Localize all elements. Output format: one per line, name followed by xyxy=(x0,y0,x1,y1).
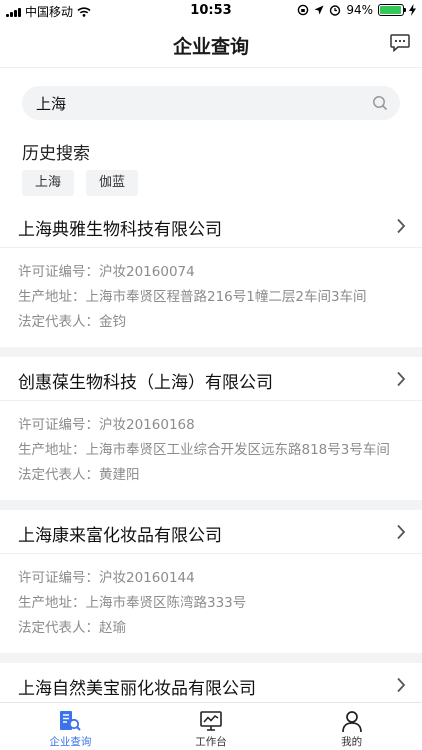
nav-bar: 企业查询 xyxy=(0,22,422,68)
address-row: 生产地址：上海市奉贤区工业综合开发区远东路818号3号车间 xyxy=(18,438,404,463)
profile-icon xyxy=(341,711,362,733)
page-title: 企业查询 xyxy=(172,36,249,58)
chevron-right-icon xyxy=(397,371,406,387)
company-header[interactable]: 上海自然美宝丽化妆品有限公司 xyxy=(0,663,422,707)
company-card[interactable]: 上海康来富化妆品有限公司 许可证编号：沪妆20160144 生产地址：上海市奉贤… xyxy=(0,510,422,663)
tab-bar: 企业查询 工作台 我的 xyxy=(0,702,422,750)
company-details: 许可证编号：沪妆20160074 生产地址：上海市奉贤区程普路216号1幢二层2… xyxy=(0,248,422,347)
chevron-right-icon xyxy=(397,218,406,234)
tab-label: 我的 xyxy=(341,736,363,748)
tab-label: 工作台 xyxy=(195,736,227,748)
legal-row: 法定代表人：黄建阳 xyxy=(18,463,404,488)
company-header[interactable]: 创惠葆生物科技（上海）有限公司 xyxy=(0,357,422,401)
history-title: 历史搜索 xyxy=(22,144,90,164)
license-label: 许可证编号： xyxy=(18,417,99,433)
address-label: 生产地址： xyxy=(18,595,86,611)
company-header[interactable]: 上海典雅生物科技有限公司 xyxy=(0,204,422,248)
license-value: 沪妆20160074 xyxy=(99,264,195,280)
tab-profile[interactable]: 我的 xyxy=(281,703,422,750)
legal-row: 法定代表人：赵瑜 xyxy=(18,616,404,641)
license-label: 许可证编号： xyxy=(18,570,99,586)
results-list: 上海典雅生物科技有限公司 许可证编号：沪妆20160074 生产地址：上海市奉贤… xyxy=(0,204,422,717)
license-label: 许可证编号： xyxy=(18,264,99,280)
alarm-icon xyxy=(330,5,341,16)
license-value: 沪妆20160168 xyxy=(99,417,195,433)
battery-icon xyxy=(378,4,406,16)
company-card[interactable]: 创惠葆生物科技（上海）有限公司 许可证编号：沪妆20160168 生产地址：上海… xyxy=(0,357,422,510)
history-tags: 上海 伽蓝 xyxy=(22,170,139,196)
legal-value: 金钧 xyxy=(99,314,126,330)
company-header[interactable]: 上海康来富化妆品有限公司 xyxy=(0,510,422,554)
address-label: 生产地址： xyxy=(18,442,86,458)
tab-enterprise-search[interactable]: 企业查询 xyxy=(0,703,141,750)
address-row: 生产地址：上海市奉贤区陈湾路333号 xyxy=(18,591,404,616)
company-name: 上海典雅生物科技有限公司 xyxy=(18,220,222,240)
legal-value: 黄建阳 xyxy=(99,467,140,483)
search-bar[interactable] xyxy=(22,86,400,120)
legal-label: 法定代表人： xyxy=(18,314,99,330)
search-input[interactable] xyxy=(36,86,356,120)
company-details: 许可证编号：沪妆20160168 生产地址：上海市奉贤区工业综合开发区远东路81… xyxy=(0,401,422,500)
company-card[interactable]: 上海典雅生物科技有限公司 许可证编号：沪妆20160074 生产地址：上海市奉贤… xyxy=(0,204,422,357)
history-tag[interactable]: 上海 xyxy=(22,170,75,196)
legal-label: 法定代表人： xyxy=(18,467,99,483)
address-row: 生产地址：上海市奉贤区程普路216号1幢二层2车间3车间 xyxy=(18,285,404,310)
legal-value: 赵瑜 xyxy=(99,620,126,636)
company-name: 上海康来富化妆品有限公司 xyxy=(18,526,222,546)
rotation-lock-icon xyxy=(298,4,309,16)
charging-icon xyxy=(409,4,416,16)
license-row: 许可证编号：沪妆20160074 xyxy=(18,260,404,285)
message-icon[interactable] xyxy=(390,34,410,52)
tab-workbench[interactable]: 工作台 xyxy=(141,703,282,750)
chevron-right-icon xyxy=(397,677,406,693)
enterprise-search-icon xyxy=(60,711,82,731)
history-tag[interactable]: 伽蓝 xyxy=(86,170,139,196)
workbench-icon xyxy=(200,711,222,731)
battery-percent: 94% xyxy=(346,3,373,17)
license-row: 许可证编号：沪妆20160144 xyxy=(18,566,404,591)
tab-label: 企业查询 xyxy=(49,736,92,748)
address-value: 上海市奉贤区陈湾路333号 xyxy=(85,595,247,611)
status-bar-right: 94% xyxy=(297,3,416,17)
location-icon xyxy=(314,5,324,15)
company-name: 创惠葆生物科技（上海）有限公司 xyxy=(18,373,273,393)
status-bar: 中国移动 10:53 94% xyxy=(0,0,422,22)
chevron-right-icon xyxy=(397,524,406,540)
address-label: 生产地址： xyxy=(18,289,86,305)
search-icon[interactable] xyxy=(372,95,388,111)
legal-label: 法定代表人： xyxy=(18,620,99,636)
address-value: 上海市奉贤区程普路216号1幢二层2车间3车间 xyxy=(85,289,367,305)
license-row: 许可证编号：沪妆20160168 xyxy=(18,413,404,438)
company-name: 上海自然美宝丽化妆品有限公司 xyxy=(18,679,256,699)
address-value: 上海市奉贤区工业综合开发区远东路818号3号车间 xyxy=(85,442,390,458)
license-value: 沪妆20160144 xyxy=(99,570,195,586)
company-details: 许可证编号：沪妆20160144 生产地址：上海市奉贤区陈湾路333号 法定代表… xyxy=(0,554,422,653)
legal-row: 法定代表人：金钧 xyxy=(18,310,404,335)
